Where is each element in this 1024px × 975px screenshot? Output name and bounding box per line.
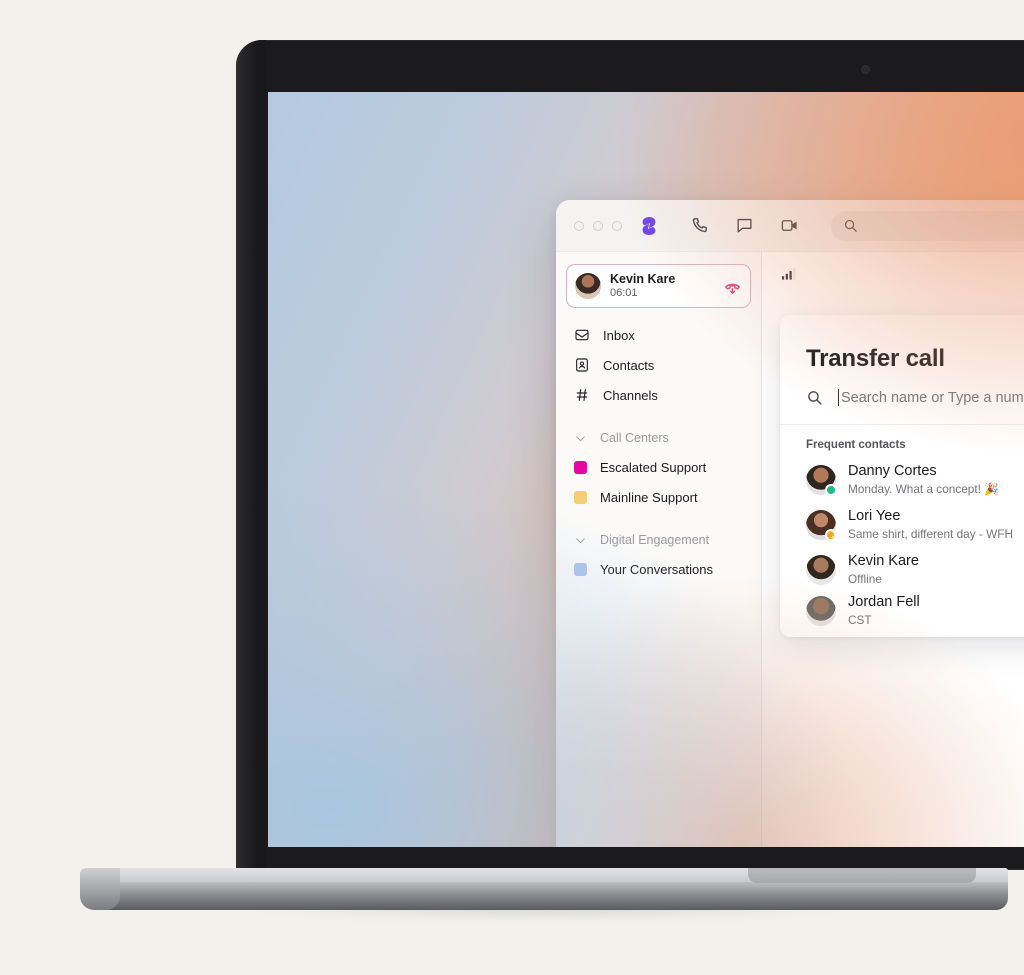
avatar [806,595,836,626]
laptop-base-notch [748,868,976,883]
signal-strength-icon [782,268,796,280]
phone-icon[interactable] [690,216,709,235]
sidebar-group-call-centers[interactable]: Call Centers [556,424,761,452]
contact-text: Danny Cortes Monday. What a concept! 🎉 [848,463,1024,496]
avatar [806,554,836,585]
hash-icon [576,389,588,401]
color-swatch [574,460,587,474]
transfer-search-placeholder: Search name or Type a number [841,389,1024,406]
sidebar-item-escalated-support[interactable]: Escalated Support [556,452,761,482]
dialpad-logo-icon[interactable] [638,215,660,237]
chevron-down-icon [576,435,585,441]
global-search-input[interactable] [831,210,1024,241]
minimize-dot[interactable] [593,220,603,231]
close-dot[interactable] [574,220,584,231]
contacts-icon [576,358,588,372]
contact-name: Jordan Fell [848,594,920,611]
laptop-base-foot [80,868,120,910]
avatar [806,464,837,496]
avatar [575,273,601,299]
screenshot-root: Kevin Kare 06:01 Inbox Contacts Channels… [0,0,1024,975]
sidebar-item-label: Your Conversations [600,561,713,577]
list-item[interactable]: Lori Yee Same shirt, different day - WFH… [780,502,1024,547]
app-window: Kevin Kare 06:01 Inbox Contacts Channels… [556,200,1024,847]
sidebar-group-label: Call Centers [600,431,669,445]
status-badge [825,528,837,541]
list-item[interactable]: Jordan Fell CST Mobile (315) 145-9043 [780,592,1024,637]
titlebar-actions[interactable] [690,216,799,235]
list-item[interactable]: Danny Cortes Monday. What a concept! 🎉 W… [780,457,1024,502]
video-camera-icon[interactable] [780,216,799,235]
search-icon [844,219,857,232]
contact-text: Kevin Kare Offline [848,553,1024,586]
sidebar-item-label: Contacts [603,357,655,373]
sidebar-item-contacts[interactable]: Contacts [556,350,761,380]
webcam-icon [861,65,870,74]
app-titlebar [556,200,1024,252]
search-icon [808,391,822,405]
sidebar: Kevin Kare 06:01 Inbox Contacts Channels… [556,252,762,847]
status-badge [825,483,837,496]
frequent-contacts-label: Frequent contacts [806,439,906,451]
maximize-dot[interactable] [612,220,622,231]
contact-name: Danny Cortes [848,463,937,480]
active-call-name: Kevin Kare [610,271,676,286]
transfer-search-input[interactable]: Search name or Type a number [780,373,1024,425]
chat-bubble-icon[interactable] [735,216,754,235]
active-call-card[interactable]: Kevin Kare 06:01 [566,264,751,308]
list-item[interactable]: Kevin Kare Offline Mobile (216) 123-5428 [780,547,1024,592]
inbox-icon [575,329,589,341]
sidebar-item-channels[interactable]: Channels [556,380,761,410]
page-title: Transfer call [806,345,945,372]
contact-status: Offline [848,571,882,586]
active-call-timer: 06:01 [610,287,638,300]
contact-status: Same shirt, different day - WFH [848,526,1013,541]
end-call-icon[interactable] [723,277,742,296]
sidebar-item-label: Escalated Support [600,459,707,475]
color-swatch [574,490,587,504]
text-caret [838,389,839,406]
laptop-screen: Kevin Kare 06:01 Inbox Contacts Channels… [268,92,1024,847]
sidebar-group-digital-engagement[interactable]: Digital Engagement [556,526,761,554]
contact-name: Kevin Kare [848,553,919,570]
contact-status: Monday. What a concept! 🎉 [848,481,999,496]
contact-text: Jordan Fell CST [848,594,1024,627]
sidebar-group-label: Digital Engagement [600,533,710,547]
sidebar-item-inbox[interactable]: Inbox [556,320,761,350]
active-call-meta: Kevin Kare 06:01 [610,272,723,300]
sidebar-item-label: Inbox [603,327,635,343]
chevron-down-icon [576,537,585,543]
sidebar-item-label: Channels [603,387,658,403]
color-swatch [574,562,587,576]
window-controls[interactable] [574,220,622,231]
transfer-call-modal: Transfer call Search name or Type a numb… [780,315,1024,637]
sidebar-item-your-conversations[interactable]: Your Conversations [556,554,761,584]
avatar [806,509,837,541]
contact-text: Lori Yee Same shirt, different day - WFH [848,508,1024,541]
laptop-base [80,868,1008,910]
contact-name: Lori Yee [848,508,901,525]
main-panel: Transfer call Search name or Type a numb… [762,252,1024,847]
laptop-lid: Kevin Kare 06:01 Inbox Contacts Channels… [236,40,1024,870]
contact-status: CST [848,612,872,627]
app-body: Kevin Kare 06:01 Inbox Contacts Channels… [556,252,1024,847]
sidebar-item-label: Mainline Support [600,489,698,505]
sidebar-item-mainline-support[interactable]: Mainline Support [556,482,761,512]
